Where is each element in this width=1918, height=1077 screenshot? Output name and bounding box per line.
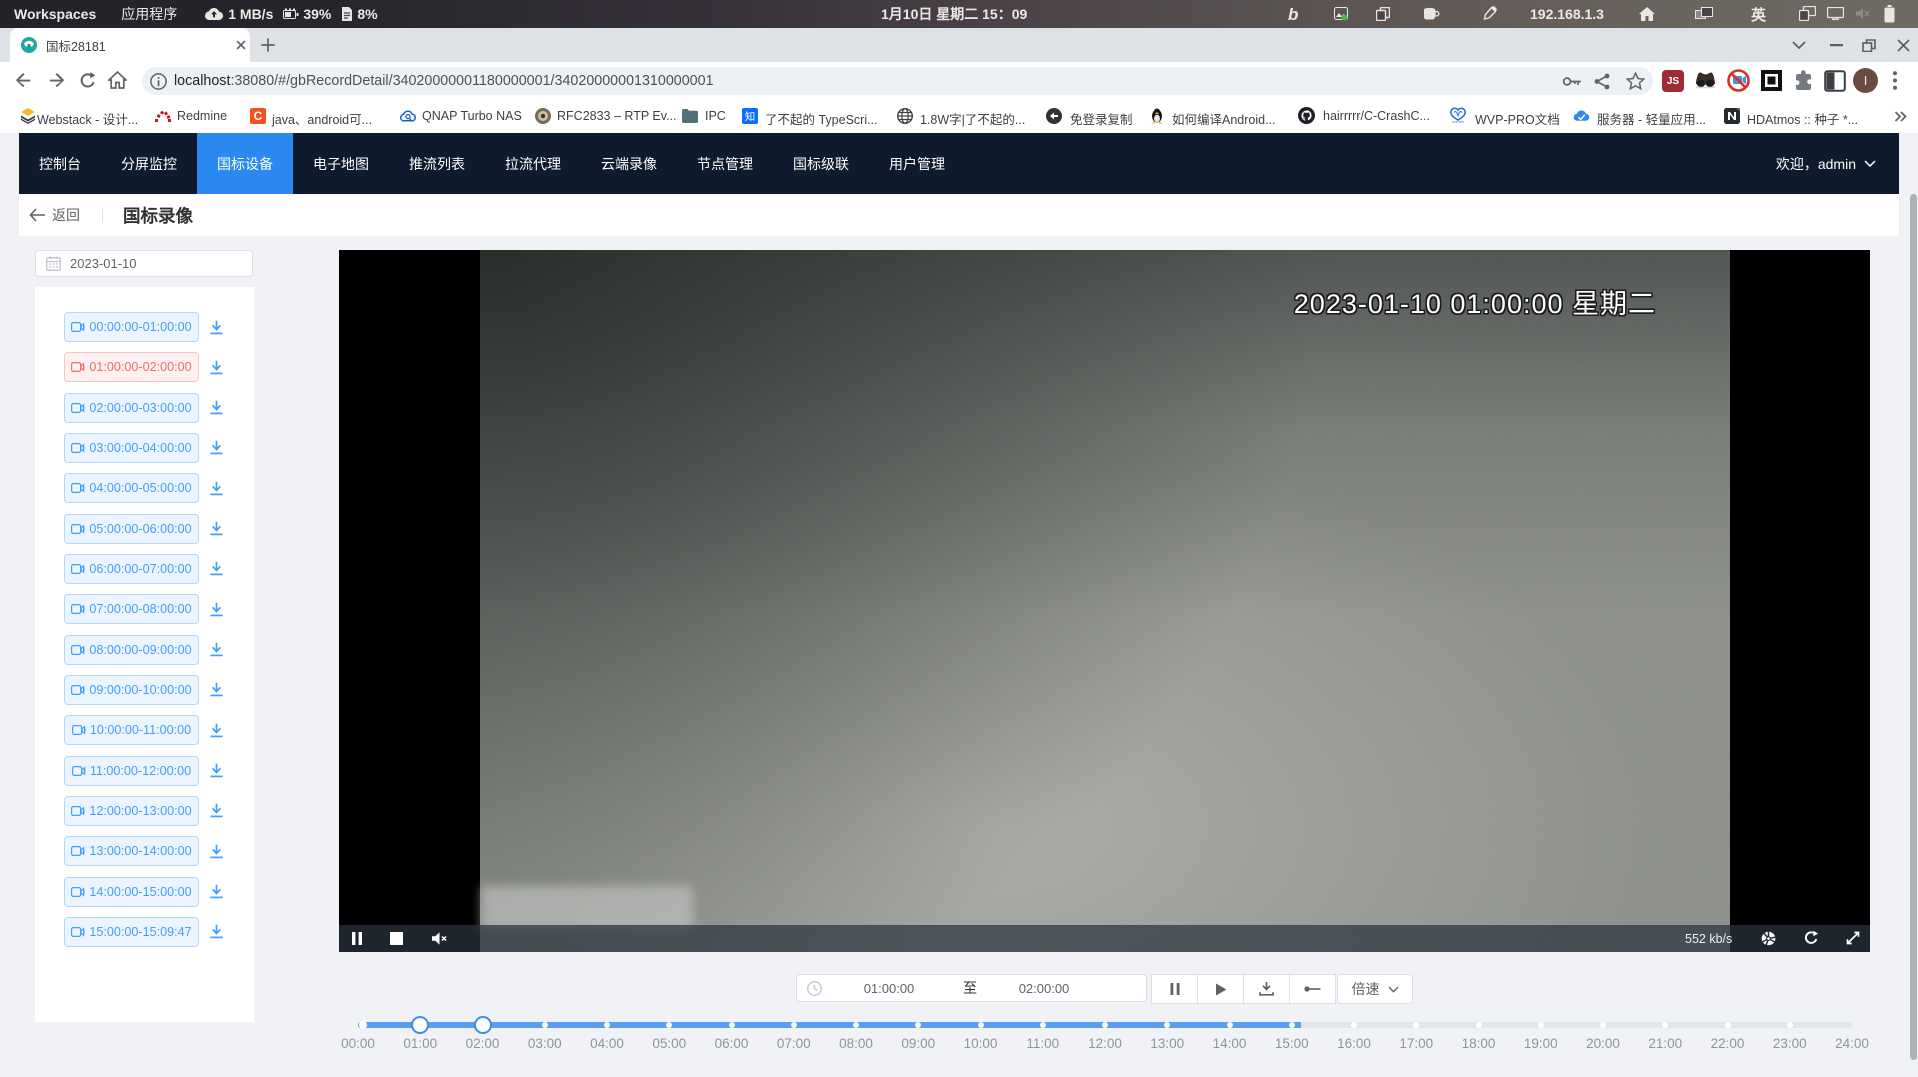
svg-text:WVP-PRO: WVP-PRO bbox=[1452, 120, 1464, 124]
